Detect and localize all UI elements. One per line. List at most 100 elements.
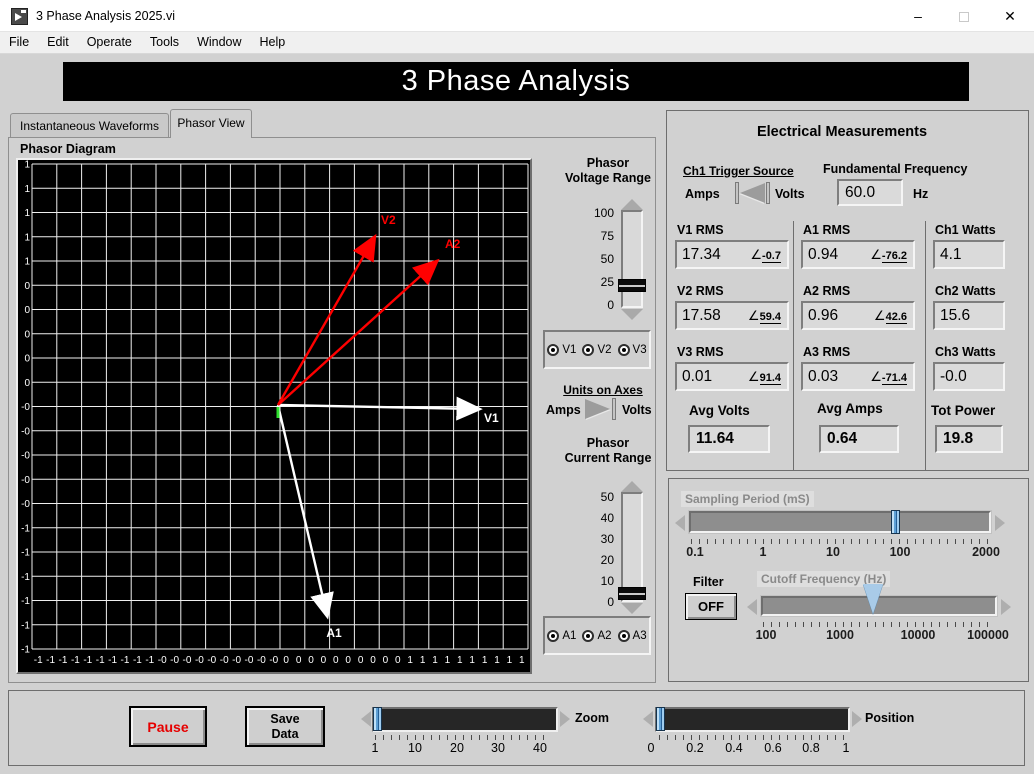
y-axis-tick-label: -1: [21, 645, 30, 656]
value-text: 0.96: [803, 307, 838, 325]
y-axis-tick-label: -1: [21, 620, 30, 631]
current-radio-a2[interactable]: A2: [582, 630, 611, 642]
voltage-radio-v1[interactable]: V1: [547, 344, 576, 356]
current-range-thumb[interactable]: [618, 587, 646, 600]
current-radio-label-a2: A2: [597, 630, 611, 642]
value-text: 15.6: [935, 307, 970, 325]
voltage-range-thumb[interactable]: [618, 279, 646, 292]
current-increment-arrow-icon[interactable]: [621, 481, 643, 492]
position-right-arrow-icon[interactable]: [852, 711, 862, 727]
menu-operate[interactable]: Operate: [78, 32, 141, 54]
pos-scale-tick-0.4: 0.4: [725, 741, 742, 755]
y-axis-tick-label: -0: [21, 499, 30, 510]
close-button[interactable]: ✕: [987, 0, 1033, 32]
y-axis-tick-label: 1: [24, 160, 30, 171]
maximize-button[interactable]: [941, 0, 987, 32]
zoom-left-arrow-icon[interactable]: [361, 711, 371, 727]
current-range-slider[interactable]: [621, 492, 643, 602]
col-amps-value-0: 0.94∠-76.2: [801, 240, 915, 269]
menu-window[interactable]: Window: [188, 32, 250, 54]
sampling-right-arrow-icon[interactable]: [995, 515, 1005, 531]
current-radio-a1[interactable]: A1: [547, 630, 576, 642]
units-switch[interactable]: [585, 399, 610, 419]
samp-scale-tick-10: 10: [826, 545, 840, 559]
zoom-slider[interactable]: [372, 707, 558, 732]
maximize-icon: [959, 12, 969, 22]
avg-amps-label: Avg Amps: [817, 401, 883, 416]
x-axis-tick-label: -0: [220, 655, 229, 666]
position-left-arrow-icon[interactable]: [643, 711, 653, 727]
units-switch-channel[interactable]: [612, 398, 616, 420]
menu-edit[interactable]: Edit: [38, 32, 78, 54]
col-amps-value-2: 0.03∠-71.4: [801, 362, 915, 391]
y-axis-tick-label: 0: [24, 378, 30, 389]
y-axis-tick-label: -1: [21, 548, 30, 559]
voltage-range-slider[interactable]: [621, 210, 643, 308]
trigger-switch[interactable]: [740, 183, 765, 203]
value-text: -0.0: [935, 368, 967, 386]
labview-vi-icon: [11, 8, 28, 25]
filter-label: Filter: [693, 575, 724, 589]
ch1-trigger-source-label: Ch1 Trigger Source: [683, 164, 794, 178]
cut-scale-tick-10000: 10000: [901, 628, 936, 642]
x-axis-tick-label: 0: [296, 655, 302, 666]
current-decrement-arrow-icon[interactable]: [621, 603, 643, 614]
angle-icon: ∠-71.4: [870, 369, 913, 385]
zoom-right-arrow-icon[interactable]: [560, 711, 570, 727]
current-range-scale-tick-10: 10: [584, 575, 614, 588]
menu-file[interactable]: File: [0, 32, 38, 54]
samp-scale-tick-1: 1: [760, 545, 767, 559]
radio-icon: [582, 630, 594, 642]
position-slider[interactable]: [655, 707, 850, 732]
angle-value: -76.2: [882, 250, 907, 263]
cutoff-scale-ticks: [763, 622, 995, 627]
col-volts-label-1: V2 RMS: [677, 284, 724, 299]
bottom-control-bar: Pause Save Data 110203040 Zoom 00.20.40.…: [8, 690, 1025, 766]
angle-icon: ∠42.6: [874, 308, 913, 324]
position-thumb[interactable]: [656, 707, 665, 731]
cutoff-right-arrow-icon[interactable]: [1001, 599, 1011, 615]
x-axis-tick-label: -1: [83, 655, 92, 666]
tab-phasor-view[interactable]: Phasor View: [170, 109, 252, 138]
sampling-left-arrow-icon[interactable]: [675, 515, 685, 531]
minimize-button[interactable]: –: [895, 0, 941, 32]
column-divider-2: [925, 221, 926, 471]
samp-scale-tick-100: 100: [890, 545, 911, 559]
tab-instantaneous-waveforms[interactable]: Instantaneous Waveforms: [10, 113, 169, 138]
x-axis-tick-label: 1: [482, 655, 488, 666]
x-axis-tick-label: 1: [457, 655, 463, 666]
col-watts-label-2: Ch3 Watts: [935, 345, 996, 360]
sampling-scale-ticks: [691, 539, 989, 544]
voltage-decrement-arrow-icon[interactable]: [621, 309, 643, 320]
voltage-channel-select: V1 V2 V3: [543, 330, 651, 369]
trigger-switch-channel[interactable]: [735, 182, 739, 204]
voltage-radio-v2[interactable]: V2: [582, 344, 611, 356]
sampling-period-thumb[interactable]: [891, 510, 900, 534]
cutoff-frequency-thumb[interactable]: [863, 584, 883, 614]
voltage-radio-label-v3: V3: [633, 344, 647, 356]
zoom-thumb[interactable]: [373, 707, 382, 731]
value-text: 0.01: [677, 368, 712, 386]
current-radio-a3[interactable]: A3: [618, 630, 647, 642]
radio-icon: [582, 344, 594, 356]
menu-tools[interactable]: Tools: [141, 32, 188, 54]
pos-scale-tick-0.2: 0.2: [686, 741, 703, 755]
x-axis-tick-label: -1: [96, 655, 105, 666]
filter-off-button[interactable]: OFF: [685, 593, 737, 620]
trigger-switch-channel-right[interactable]: [766, 182, 770, 204]
y-axis-tick-label: -0: [21, 426, 30, 437]
trigger-amps-label: Amps: [685, 187, 720, 201]
x-axis-tick-label: 0: [345, 655, 351, 666]
cut-scale-tick-100000: 100000: [967, 628, 1009, 642]
x-axis-tick-label: 1: [407, 655, 413, 666]
angle-icon: ∠59.4: [748, 308, 787, 324]
cutoff-left-arrow-icon[interactable]: [747, 599, 757, 615]
avg-volts-value: 11.64: [688, 425, 770, 453]
sampling-period-slider[interactable]: [689, 511, 991, 533]
col-watts-label-1: Ch2 Watts: [935, 284, 996, 299]
voltage-radio-v3[interactable]: V3: [618, 344, 647, 356]
phasor-diagram-plot: 1111100000-0-0-0-0-0-1-1-1-1-1-1-1-1-1-1…: [16, 158, 532, 674]
x-axis-tick-label: 0: [321, 655, 327, 666]
voltage-increment-arrow-icon[interactable]: [621, 199, 643, 210]
menu-help[interactable]: Help: [251, 32, 295, 54]
